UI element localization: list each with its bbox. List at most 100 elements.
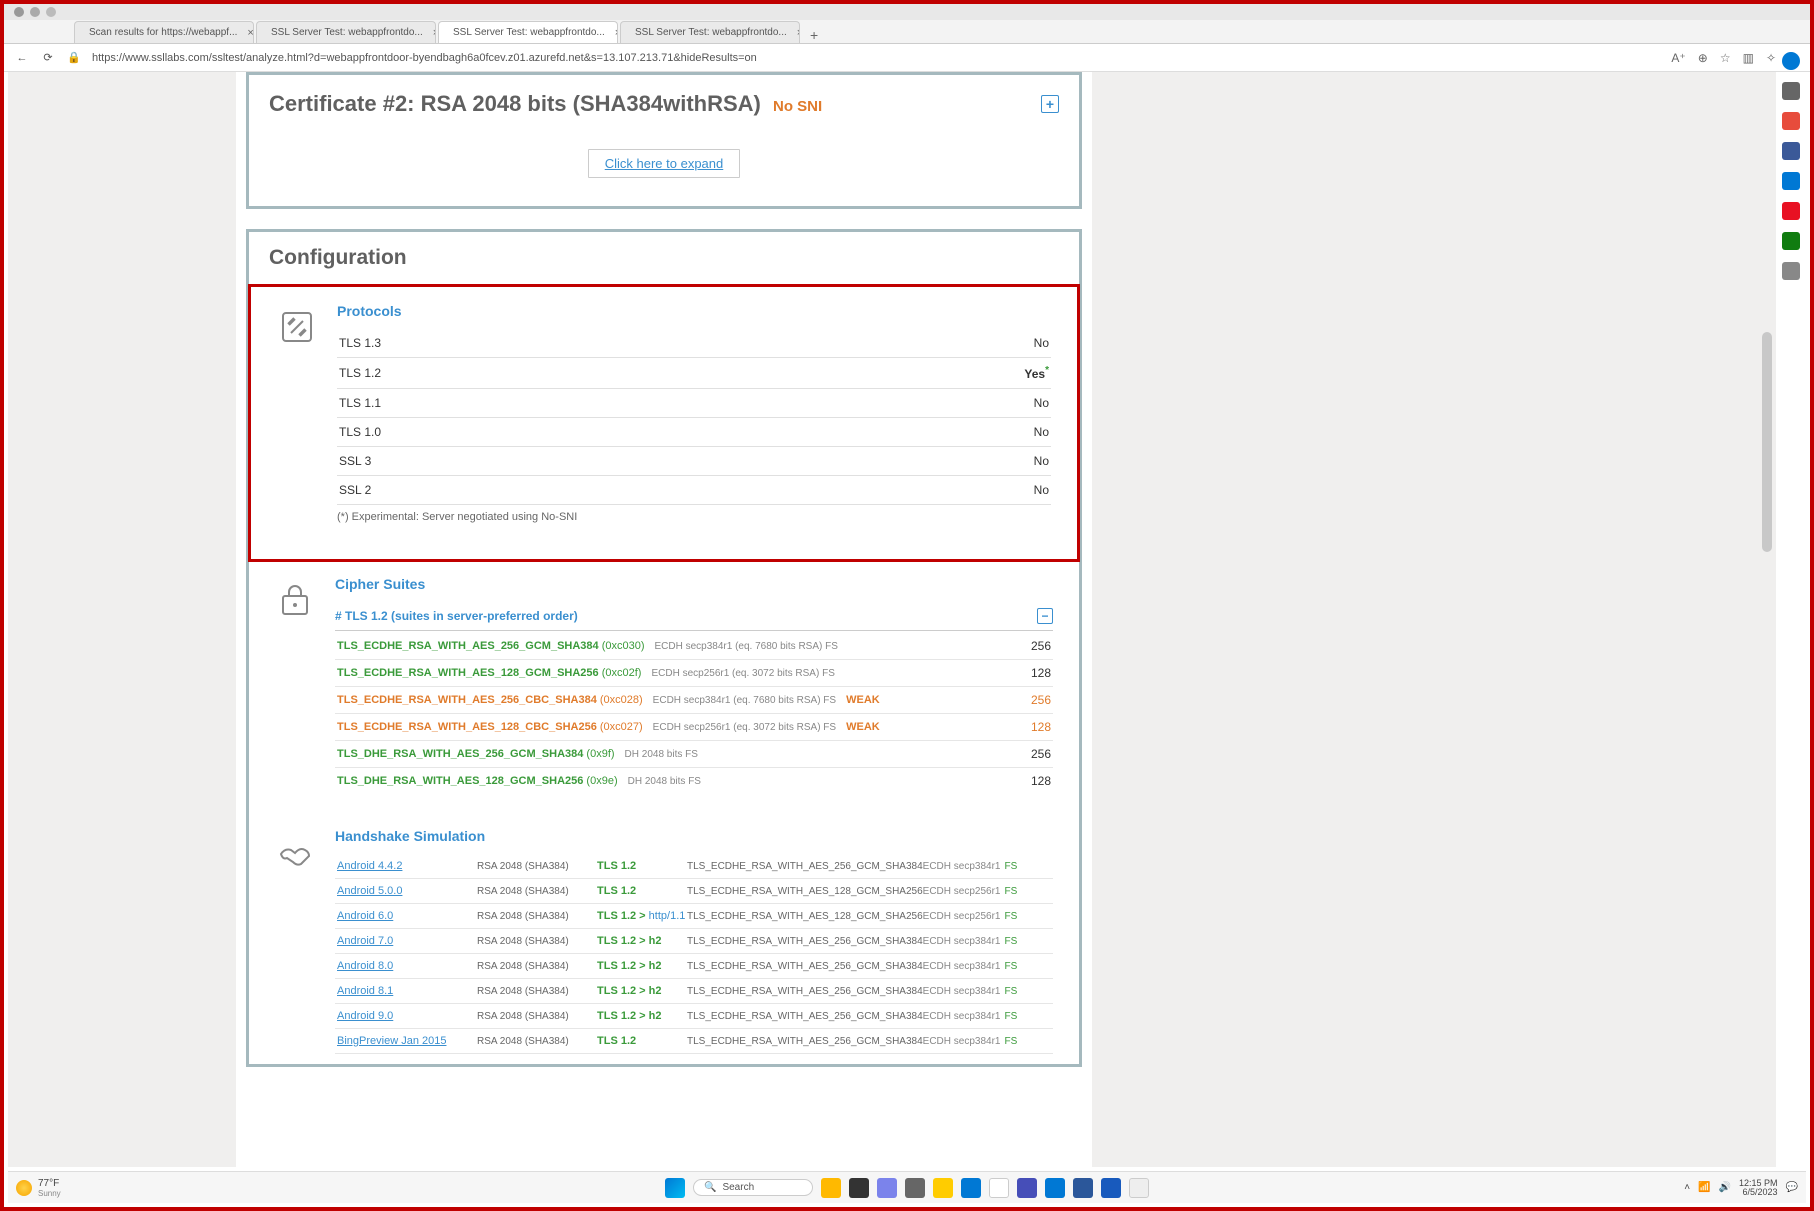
read-aloud-icon[interactable]: A⁺ (1671, 51, 1685, 65)
handshake-client-link[interactable]: Android 8.0 (337, 960, 477, 972)
cipher-meta: DH 2048 bits FS (628, 776, 701, 787)
url-input[interactable] (92, 52, 1661, 64)
handshake-protocol: TLS 1.2 (597, 860, 687, 872)
handshake-protocol: TLS 1.2 (597, 1035, 687, 1047)
handshake-rsa: RSA 2048 (SHA384) (477, 1011, 597, 1022)
outlook-icon[interactable] (1782, 172, 1800, 190)
handshake-client-link[interactable]: Android 4.4.2 (337, 860, 477, 872)
handshake-cipher: TLS_ECDHE_RSA_WITH_AES_256_GCM_SHA384 (687, 1036, 923, 1047)
shopping-icon[interactable] (1782, 112, 1800, 130)
browser-tab[interactable]: Scan results for https://webappf... × (74, 21, 254, 43)
cipher-list: TLS_ECDHE_RSA_WITH_AES_256_GCM_SHA384 (0… (335, 633, 1053, 794)
collections-icon[interactable]: ▥ (1743, 51, 1754, 65)
tab-title: Scan results for https://webappf... (89, 27, 237, 38)
tray-chevron-icon[interactable]: ˄ (1684, 1182, 1690, 1193)
refresh-icon[interactable]: ⟳ (40, 50, 56, 66)
handshake-title: Handshake Simulation (335, 828, 1053, 844)
cipher-row: TLS_ECDHE_RSA_WITH_AES_256_CBC_SHA384 (0… (335, 687, 1053, 714)
protocols-note: (*) Experimental: Server negotiated usin… (337, 505, 1051, 523)
favorite-icon[interactable]: ☆ (1720, 51, 1731, 65)
handshake-client-link[interactable]: Android 8.1 (337, 985, 477, 997)
handshake-protocol: TLS 1.2 > http/1.1 (597, 910, 687, 922)
close-tab-icon[interactable]: × (797, 27, 800, 39)
handshake-protocol: TLS 1.2 > h2 (597, 935, 687, 947)
click-to-expand-link[interactable]: Click here to expand (588, 149, 741, 178)
plus-icon[interactable] (1782, 262, 1800, 280)
games-icon[interactable] (1782, 232, 1800, 250)
files-icon[interactable] (933, 1178, 953, 1198)
zoom-icon[interactable]: ⊕ (1698, 51, 1708, 65)
handshake-row: Android 4.4.2RSA 2048 (SHA384)TLS 1.2TLS… (335, 854, 1053, 879)
cipher-meta: ECDH secp384r1 (eq. 7680 bits RSA) FS (653, 695, 836, 706)
chrome-icon[interactable] (989, 1178, 1009, 1198)
close-tab-icon[interactable]: × (247, 27, 253, 39)
handshake-curve: ECDH secp384r1 (923, 861, 1001, 872)
handshake-client-link[interactable]: Android 5.0.0 (337, 885, 477, 897)
taskbar-search[interactable]: 🔍 Search (693, 1179, 813, 1196)
handshake-curve: ECDH secp256r1 (923, 886, 1001, 897)
explorer-icon[interactable] (821, 1178, 841, 1198)
bing-icon[interactable] (1782, 52, 1800, 70)
collapse-ciphers-button[interactable]: − (1037, 608, 1053, 624)
cipher-meta: ECDH secp384r1 (eq. 7680 bits RSA) FS (655, 641, 838, 652)
outlook-taskbar-icon[interactable] (1045, 1178, 1065, 1198)
protocol-row: TLS 1.3No (337, 329, 1051, 358)
cipher-meta: ECDH secp256r1 (eq. 3072 bits RSA) FS (651, 668, 834, 679)
weather-condition: Sunny (38, 1189, 61, 1198)
wifi-icon[interactable]: 📶 (1698, 1182, 1710, 1193)
page-scrollbar-thumb[interactable] (1762, 332, 1772, 552)
handshake-cipher: TLS_ECDHE_RSA_WITH_AES_128_GCM_SHA256 (687, 886, 923, 897)
search-sidebar-icon[interactable] (1782, 82, 1800, 100)
handshake-rsa: RSA 2048 (SHA384) (477, 1036, 597, 1047)
edge-icon[interactable] (961, 1178, 981, 1198)
handshake-row: BingPreview Jan 2015RSA 2048 (SHA384)TLS… (335, 1029, 1053, 1054)
start-button[interactable] (665, 1178, 685, 1198)
cipher-suites-section: Cipher Suites # TLS 1.2 (suites in serve… (249, 562, 1079, 804)
certificate-title: Certificate #2: RSA 2048 bits (SHA384wit… (269, 91, 822, 117)
teams-icon[interactable] (1017, 1178, 1037, 1198)
handshake-client-link[interactable]: BingPreview Jan 2015 (337, 1035, 477, 1047)
sun-icon (16, 1180, 32, 1196)
handshake-rsa: RSA 2048 (SHA384) (477, 986, 597, 997)
close-tab-icon[interactable]: × (615, 27, 618, 39)
handshake-client-link[interactable]: Android 9.0 (337, 1010, 477, 1022)
tools-icon[interactable] (1782, 142, 1800, 160)
taskbar-clock[interactable]: 12:15 PM 6/5/2023 (1739, 1179, 1778, 1197)
extensions-icon[interactable]: ✧ (1766, 51, 1776, 65)
cipher-bits: 128 (1031, 666, 1051, 680)
weather-widget[interactable]: 77°F Sunny (16, 1178, 61, 1198)
handshake-rsa: RSA 2048 (SHA384) (477, 861, 597, 872)
tab-title: SSL Server Test: webappfrontdo... (453, 27, 605, 38)
protocol-value: Yes* (777, 358, 1051, 389)
cipher-bits: 256 (1031, 639, 1051, 653)
handshake-curve: ECDH secp384r1 (923, 961, 1001, 972)
office-icon[interactable] (1782, 202, 1800, 220)
cipher-name: TLS_DHE_RSA_WITH_AES_128_GCM_SHA256 (0x9… (337, 775, 618, 787)
cipher-subheading: # TLS 1.2 (suites in server-preferred or… (335, 609, 578, 623)
handshake-rsa: RSA 2048 (SHA384) (477, 911, 597, 922)
handshake-client-link[interactable]: Android 6.0 (337, 910, 477, 922)
page-viewport: Certificate #2: RSA 2048 bits (SHA384wit… (8, 72, 1776, 1167)
volume-icon[interactable]: 🔊 (1719, 1182, 1731, 1193)
word-icon[interactable] (1073, 1178, 1093, 1198)
browser-tab[interactable]: SSL Server Test: webappfrontdo... × (620, 21, 800, 43)
handshake-client-link[interactable]: Android 7.0 (337, 935, 477, 947)
tab-title: SSL Server Test: webappfrontdo... (635, 27, 787, 38)
handshake-fs: FS (1004, 936, 1017, 947)
tab-title: SSL Server Test: webappfrontdo... (271, 27, 423, 38)
app-icon[interactable] (1101, 1178, 1121, 1198)
close-tab-icon[interactable]: × (433, 27, 436, 39)
snip-icon[interactable] (1129, 1178, 1149, 1198)
settings-icon[interactable] (905, 1178, 925, 1198)
chat-icon[interactable] (877, 1178, 897, 1198)
browser-tab[interactable]: SSL Server Test: webappfrontdo... × (438, 21, 618, 43)
protocol-value: No (777, 329, 1051, 358)
terminal-icon[interactable] (849, 1178, 869, 1198)
expand-certificate-button[interactable]: + (1041, 95, 1059, 113)
notifications-icon[interactable]: 💬 (1786, 1182, 1798, 1193)
new-tab-button[interactable]: + (802, 27, 826, 43)
cipher-name: TLS_ECDHE_RSA_WITH_AES_128_CBC_SHA256 (0… (337, 721, 643, 733)
taskbar-date: 6/5/2023 (1739, 1188, 1778, 1197)
back-icon[interactable]: ← (14, 50, 30, 66)
browser-tab[interactable]: SSL Server Test: webappfrontdo... × (256, 21, 436, 43)
